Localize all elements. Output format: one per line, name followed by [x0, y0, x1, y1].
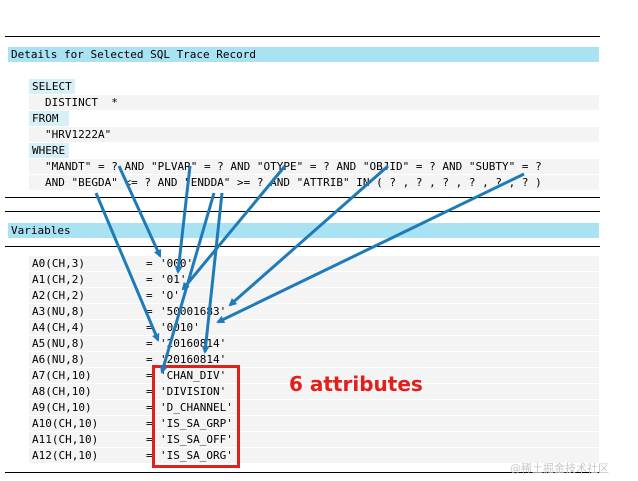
- variable-name: A2(CH,2): [32, 289, 85, 302]
- sql-table-name: "HRV1222A": [29, 127, 599, 142]
- sql-select-fields: DISTINCT *: [29, 95, 599, 110]
- sql-from-keyword: FROM: [29, 111, 69, 126]
- sql-select-keyword: SELECT: [29, 79, 75, 94]
- variable-name: A6(NU,8): [32, 353, 85, 366]
- watermark: @稀土掘金技术社区: [510, 462, 609, 475]
- variable-value: '20160814': [160, 337, 227, 350]
- variables-separator: [5, 246, 600, 247]
- sql-where-keyword: WHERE: [29, 143, 69, 158]
- variable-value: '50001683': [160, 305, 227, 318]
- variable-row: [29, 416, 599, 431]
- variable-name: A8(CH,10): [32, 385, 92, 398]
- variable-value: '000': [160, 257, 194, 270]
- variable-name: A9(CH,10): [32, 401, 92, 414]
- variable-name: A4(CH,4): [32, 321, 85, 334]
- variables-section-header: Variables: [8, 223, 599, 238]
- variable-name: A1(CH,2): [32, 273, 85, 286]
- variable-name: A11(CH,10): [32, 433, 99, 446]
- variable-equals: =: [146, 337, 153, 350]
- variable-equals: =: [146, 305, 153, 318]
- variable-equals: =: [146, 321, 153, 334]
- variable-row: [29, 400, 599, 415]
- details-bottom-separator-2: [5, 211, 600, 212]
- variable-name: A12(CH,10): [32, 449, 99, 462]
- variable-value: '01': [160, 273, 187, 286]
- annotation-note: 6 attributes: [289, 372, 423, 396]
- variable-row: [29, 272, 599, 287]
- details-bottom-separator-1: [5, 197, 600, 198]
- variable-name: A7(CH,10): [32, 369, 92, 382]
- variable-equals: =: [146, 273, 153, 286]
- attributes-highlight-box: [152, 365, 240, 468]
- variable-row: [29, 352, 599, 367]
- variable-name: A10(CH,10): [32, 417, 99, 430]
- variable-row: [29, 320, 599, 335]
- variable-value: 'O': [160, 289, 180, 302]
- variable-value: '0010': [160, 321, 200, 334]
- top-separator: [5, 36, 600, 37]
- sql-where-condition-line2: AND "BEGDA" <= ? AND "ENDDA" >= ? AND "A…: [29, 175, 599, 190]
- sql-where-condition-line1: "MANDT" = ? AND "PLVAR" = ? AND "OTYPE" …: [29, 159, 599, 174]
- variable-equals: =: [146, 257, 153, 270]
- variable-row: [29, 336, 599, 351]
- details-section-header: Details for Selected SQL Trace Record: [8, 47, 599, 62]
- variable-row: [29, 432, 599, 447]
- variable-name: A3(NU,8): [32, 305, 85, 318]
- variable-name: A0(CH,3): [32, 257, 85, 270]
- variable-row: [29, 256, 599, 271]
- variable-equals: =: [146, 289, 153, 302]
- variable-name: A5(NU,8): [32, 337, 85, 350]
- variable-row: [29, 288, 599, 303]
- variable-row: [29, 304, 599, 319]
